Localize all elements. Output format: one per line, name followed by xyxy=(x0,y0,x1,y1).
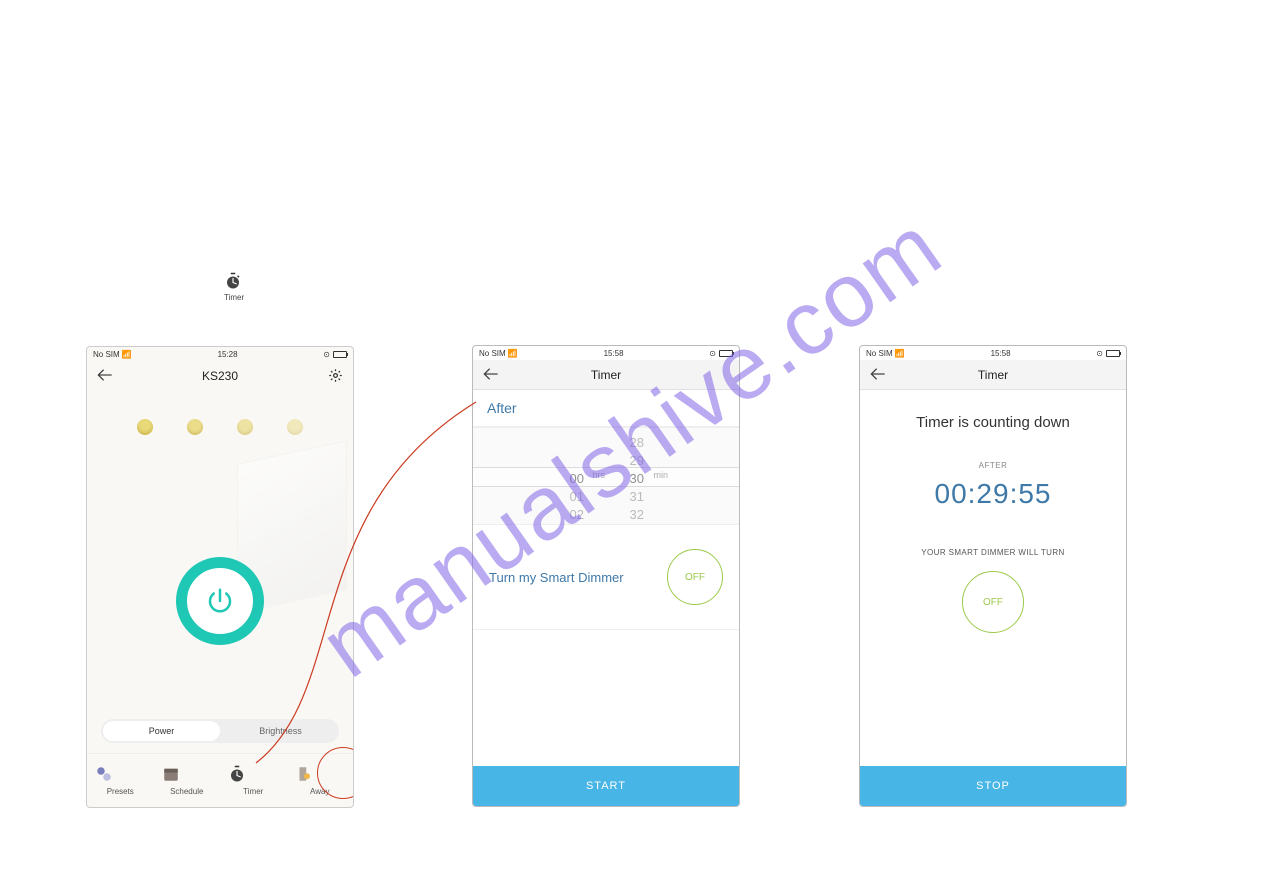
start-button[interactable]: START xyxy=(473,766,739,806)
turn-text: Turn my Smart Dimmer xyxy=(489,570,624,585)
clock-label: 15:58 xyxy=(991,349,1011,358)
tab-bar: Presets Schedule Timer Away xyxy=(87,753,353,807)
page-title: KS230 xyxy=(202,369,238,383)
battery-icon xyxy=(719,350,733,357)
stopwatch-icon xyxy=(224,272,242,290)
nav-header: KS230 xyxy=(87,361,353,391)
tab-timer[interactable]: Timer xyxy=(228,765,278,796)
settings-button[interactable] xyxy=(328,368,343,383)
battery-icon xyxy=(333,351,347,358)
power-button[interactable] xyxy=(176,557,264,645)
after-label: AFTER xyxy=(870,461,1116,470)
stop-button[interactable]: STOP xyxy=(860,766,1126,806)
tab-label: Presets xyxy=(95,787,145,796)
action-state[interactable]: OFF xyxy=(962,571,1024,633)
back-button[interactable] xyxy=(483,367,499,381)
presets-icon xyxy=(95,765,113,783)
intro-timer-icon-block: Timer xyxy=(224,272,244,302)
segment-power[interactable]: Power xyxy=(103,721,220,741)
segment-brightness[interactable]: Brightness xyxy=(222,719,339,743)
calendar-icon xyxy=(162,765,180,783)
preset-dot[interactable] xyxy=(187,419,203,435)
minutes-column[interactable]: ---- 28 29 30 31 32 min xyxy=(606,428,666,524)
clock-label: 15:28 xyxy=(218,350,238,359)
countdown-value: 00:29:55 xyxy=(870,478,1116,510)
preset-dot[interactable] xyxy=(137,419,153,435)
preset-dot[interactable] xyxy=(237,419,253,435)
action-toggle[interactable]: OFF xyxy=(667,549,723,605)
phone-timer-countdown: No SIM 📶 15:58 ⊙ Timer Timer is counting… xyxy=(859,345,1127,807)
tab-schedule[interactable]: Schedule xyxy=(162,765,212,796)
after-section-label: After xyxy=(473,390,739,427)
back-button[interactable] xyxy=(97,368,113,382)
alarm-icon: ⊙ xyxy=(1096,349,1103,358)
tab-presets[interactable]: Presets xyxy=(95,765,145,796)
tab-away[interactable]: Away xyxy=(295,765,345,796)
away-icon xyxy=(295,765,313,783)
preset-dots-row xyxy=(87,391,353,445)
tab-label: Away xyxy=(295,787,345,796)
carrier-label: No SIM 📶 xyxy=(866,349,905,358)
status-bar: No SIM 📶 15:58 ⊙ xyxy=(473,346,739,360)
back-button[interactable] xyxy=(870,367,886,381)
stopwatch-icon xyxy=(228,765,246,783)
clock-label: 15:58 xyxy=(604,349,624,358)
power-icon xyxy=(205,586,235,616)
wifi-icon: 📶 xyxy=(895,349,905,358)
battery-icon xyxy=(1106,350,1120,357)
alarm-icon: ⊙ xyxy=(709,349,716,358)
gear-icon xyxy=(328,368,343,383)
mode-segment[interactable]: Power Brightness xyxy=(101,719,339,743)
min-unit: min xyxy=(653,470,668,480)
hrs-unit: hrs xyxy=(592,470,605,480)
page-title: Timer xyxy=(591,368,621,382)
status-bar: No SIM 📶 15:58 ⊙ xyxy=(860,346,1126,360)
tab-label: Schedule xyxy=(162,787,212,796)
will-turn-label: YOUR SMART DIMMER WILL TURN xyxy=(870,548,1116,557)
nav-header: Timer xyxy=(473,360,739,390)
carrier-label: No SIM 📶 xyxy=(479,349,518,358)
hours-column[interactable]: -------- 00 01 02 hrs xyxy=(546,428,606,524)
status-bar: No SIM 📶 15:28 ⊙ xyxy=(87,347,353,361)
alarm-icon: ⊙ xyxy=(323,350,330,359)
duration-picker[interactable]: -------- 00 01 02 hrs ---- 28 29 30 31 3… xyxy=(473,427,739,525)
tab-label: Timer xyxy=(228,787,278,796)
wifi-icon: 📶 xyxy=(508,349,518,358)
wifi-icon: 📶 xyxy=(122,350,132,359)
carrier-label: No SIM 📶 xyxy=(93,350,132,359)
countdown-heading: Timer is counting down xyxy=(870,414,1116,431)
nav-header: Timer xyxy=(860,360,1126,390)
preset-dot[interactable] xyxy=(287,419,303,435)
page-title: Timer xyxy=(978,368,1008,382)
phone-timer-config: No SIM 📶 15:58 ⊙ Timer After -------- 00… xyxy=(472,345,740,807)
intro-timer-label: Timer xyxy=(224,293,244,302)
phone-device-screen: No SIM 📶 15:28 ⊙ KS230 Power Brightness … xyxy=(86,346,354,808)
turn-action-row: Turn my Smart Dimmer OFF xyxy=(473,525,739,630)
